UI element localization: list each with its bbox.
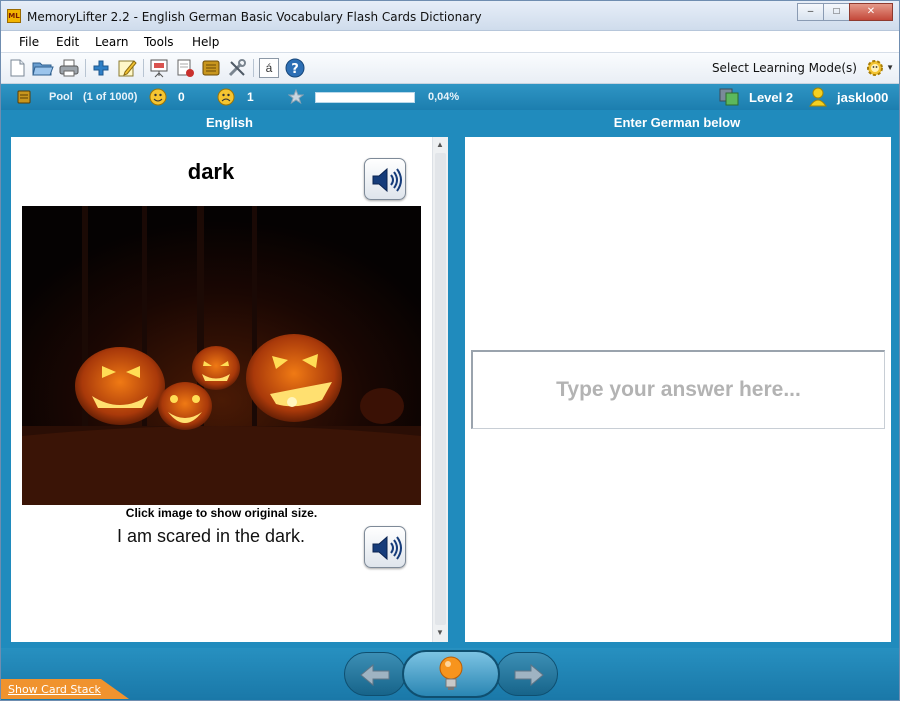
menu-edit[interactable]: Edit xyxy=(56,35,79,49)
show-card-stack-link[interactable]: Show Card Stack xyxy=(8,683,101,696)
toolbar-separator xyxy=(253,59,254,77)
example-sentence: I am scared in the dark. xyxy=(116,526,306,546)
menu-bar: File Edit Learn Tools Help xyxy=(1,31,899,53)
menu-learn[interactable]: Learn xyxy=(95,35,129,49)
image-caption: Click image to show original size. xyxy=(125,506,318,520)
level-label: Level 2 xyxy=(749,90,794,105)
question-panel: dark Click image to show original size. … xyxy=(11,137,448,642)
lightbulb-icon xyxy=(439,656,463,690)
question-word: dark xyxy=(187,159,235,184)
chevron-down-icon[interactable]: ▼ xyxy=(886,63,894,72)
bottom-bar: Show Card Stack xyxy=(1,648,899,700)
minimize-button[interactable]: – xyxy=(797,3,824,21)
special-characters-icon[interactable]: á xyxy=(259,58,279,78)
toolbar-separator xyxy=(85,59,86,77)
answer-input[interactable]: Type your answer here... xyxy=(471,350,885,429)
answer-placeholder: Type your answer here... xyxy=(556,378,801,401)
presentation-icon[interactable] xyxy=(149,58,169,78)
play-sentence-audio-button[interactable] xyxy=(364,526,406,568)
wrong-count: 1 xyxy=(247,90,254,104)
answer-header: Enter German below xyxy=(613,115,741,130)
menu-tools[interactable]: Tools xyxy=(144,35,174,49)
progress-label: 0,04% xyxy=(428,91,460,103)
answer-panel: Type your answer here... xyxy=(465,137,891,642)
print-icon[interactable] xyxy=(59,58,79,78)
open-folder-icon[interactable] xyxy=(32,58,54,78)
card-box-icon[interactable] xyxy=(201,58,221,78)
pumpkins-illustration xyxy=(22,206,421,505)
toolbar: á ? Select Learning Mode(s) ▼ xyxy=(1,53,899,84)
question-header: English xyxy=(206,115,253,130)
status-bar: Pool (1 of 1000) 0 1 0,04% Level 2 jaskl… xyxy=(1,84,899,110)
card-image[interactable] xyxy=(22,206,421,505)
speaker-icon xyxy=(372,535,402,561)
main-area: English Enter German below dark Click im… xyxy=(1,110,899,648)
pool-label: Pool xyxy=(49,91,73,103)
title-bar: ML MemoryLifter 2.2 - English German Bas… xyxy=(1,1,899,31)
question-scrollbar[interactable]: ▲ ▼ xyxy=(432,137,448,642)
svg-text:?: ? xyxy=(291,62,299,77)
navigation-controls xyxy=(344,650,558,698)
scroll-down-icon[interactable]: ▼ xyxy=(436,628,444,637)
show-card-stack-tab[interactable]: Show Card Stack xyxy=(1,679,129,699)
smiley-wrong-icon xyxy=(217,88,235,106)
help-icon[interactable]: ? xyxy=(285,58,305,78)
close-button[interactable]: ✕ xyxy=(849,3,893,21)
window-controls: – □ ✕ xyxy=(797,3,893,21)
smiley-correct-icon xyxy=(149,88,167,106)
add-card-icon[interactable] xyxy=(91,58,111,78)
maximize-button[interactable]: □ xyxy=(823,3,850,21)
learning-mode-label[interactable]: Select Learning Mode(s) xyxy=(712,61,857,75)
level-boxes-icon xyxy=(719,87,741,107)
learning-mode-gear-icon[interactable] xyxy=(865,58,885,78)
user-name: jasklo00 xyxy=(837,90,889,105)
user-icon xyxy=(809,87,827,107)
pool-count: (1 of 1000) xyxy=(83,91,138,103)
star-icon xyxy=(287,88,305,105)
card-delete-icon[interactable] xyxy=(175,58,195,78)
arrow-left-icon xyxy=(360,663,390,687)
edit-card-icon[interactable] xyxy=(117,58,137,78)
play-word-audio-button[interactable] xyxy=(364,158,406,200)
window-title: MemoryLifter 2.2 - English German Basic … xyxy=(27,10,482,24)
menu-file[interactable]: File xyxy=(19,35,39,49)
progress-bar xyxy=(315,92,415,103)
show-answer-button[interactable] xyxy=(402,650,500,698)
new-file-icon[interactable] xyxy=(7,58,27,78)
card-box-icon xyxy=(17,90,31,104)
arrow-right-icon xyxy=(514,663,544,687)
toolbar-separator xyxy=(143,59,144,77)
previous-card-button[interactable] xyxy=(344,652,406,696)
scroll-up-icon[interactable]: ▲ xyxy=(436,140,444,149)
app-logo-icon: ML xyxy=(7,9,21,23)
speaker-icon xyxy=(372,167,402,193)
correct-count: 0 xyxy=(178,90,185,104)
app-window: ML MemoryLifter 2.2 - English German Bas… xyxy=(0,0,900,701)
settings-tools-icon[interactable] xyxy=(227,58,247,78)
scroll-thumb[interactable] xyxy=(435,153,446,625)
menu-help[interactable]: Help xyxy=(192,35,219,49)
next-card-button[interactable] xyxy=(496,652,558,696)
